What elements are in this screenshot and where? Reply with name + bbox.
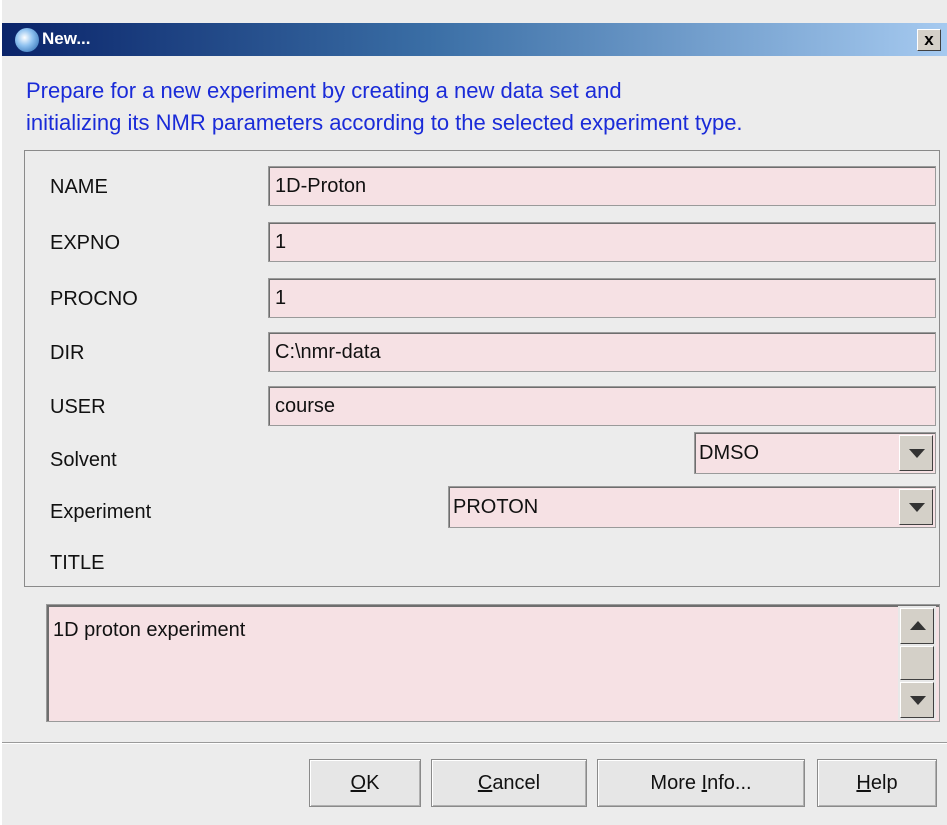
solvent-label: Solvent — [50, 449, 117, 471]
experiment-value: PROTON — [453, 496, 539, 518]
user-field[interactable]: course — [268, 386, 936, 426]
scroll-down-button[interactable] — [900, 682, 934, 718]
dir-field[interactable]: C:\nmr-data — [268, 332, 936, 372]
ok-label-rest: K — [366, 772, 380, 794]
new-dataset-dialog: New... x Prepare for a new experiment by… — [0, 0, 947, 825]
help-label-rest: elp — [870, 772, 898, 794]
expno-label: EXPNO — [50, 232, 121, 254]
ok-mnemonic: O — [350, 772, 367, 794]
solvent-select[interactable]: DMSO — [694, 432, 936, 474]
procno-field[interactable]: 1 — [268, 278, 936, 318]
more-info-button[interactable]: More Info... — [597, 759, 805, 807]
title-bar[interactable]: New... x — [2, 23, 947, 56]
solvent-dropdown-button[interactable] — [899, 435, 933, 471]
title-textarea[interactable]: 1D proton experiment — [46, 604, 940, 722]
chevron-down-icon — [909, 503, 925, 512]
name-label: NAME — [50, 176, 108, 198]
ok-button[interactable]: OK — [309, 759, 421, 807]
chevron-up-icon — [910, 621, 926, 630]
more-info-label-pre: More — [650, 772, 702, 794]
more-info-label-rest: nfo... — [707, 772, 752, 794]
name-field[interactable]: 1D-Proton — [268, 166, 936, 206]
solvent-value: DMSO — [699, 442, 759, 464]
app-icon — [15, 28, 39, 52]
expno-field[interactable]: 1 — [268, 222, 936, 262]
title-scrollbar[interactable] — [898, 606, 936, 720]
button-separator — [2, 742, 947, 744]
description-line-1: Prepare for a new experiment by creating… — [26, 78, 622, 103]
close-button[interactable]: x — [917, 29, 941, 51]
window-title: New... — [42, 29, 91, 48]
user-label: USER — [50, 396, 106, 418]
help-button[interactable]: Help — [817, 759, 937, 807]
help-mnemonic: H — [856, 772, 871, 794]
scroll-thumb[interactable] — [900, 646, 934, 680]
experiment-select[interactable]: PROTON — [448, 486, 936, 528]
dir-label: DIR — [50, 342, 85, 364]
title-label: TITLE — [50, 552, 105, 574]
scroll-up-button[interactable] — [900, 608, 934, 644]
description: Prepare for a new experiment by creating… — [26, 75, 743, 139]
description-line-2: initializing its NMR parameters accordin… — [26, 110, 743, 135]
experiment-label: Experiment — [50, 501, 152, 523]
cancel-mnemonic: C — [477, 772, 493, 794]
chevron-down-icon — [909, 449, 925, 458]
experiment-dropdown-button[interactable] — [899, 489, 933, 525]
cancel-button[interactable]: Cancel — [431, 759, 587, 807]
cancel-label-rest: ancel — [492, 772, 541, 794]
procno-label: PROCNO — [50, 288, 138, 310]
chevron-down-icon — [910, 696, 926, 705]
